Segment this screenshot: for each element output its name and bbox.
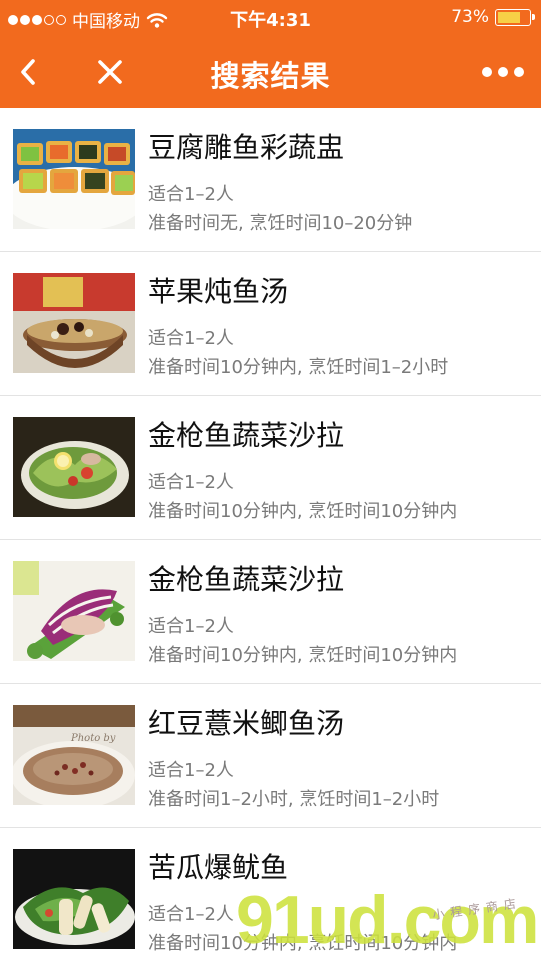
recipe-name: 金枪鱼蔬菜沙拉 [148, 419, 345, 452]
recipe-thumbnail [13, 129, 135, 229]
status-bar: 中国移动 下午4:31 73% [0, 0, 541, 36]
result-item[interactable]: Photo by 红豆薏米鲫鱼汤 适合1–2人 准备时间1–2小时, 烹饪时间1… [0, 684, 541, 828]
battery-icon [495, 8, 535, 26]
recipe-servings: 适合1–2人 [148, 904, 234, 925]
recipe-servings: 适合1–2人 [148, 184, 234, 205]
result-item[interactable]: 金枪鱼蔬菜沙拉 适合1–2人 准备时间10分钟内, 烹饪时间10分钟内 [0, 396, 541, 540]
more-button[interactable] [473, 50, 533, 94]
battery-percent: 73% [451, 7, 489, 27]
svg-text:Photo by: Photo by [70, 733, 116, 744]
recipe-servings: 适合1–2人 [148, 328, 234, 349]
recipe-thumbnail: Photo by [13, 705, 135, 805]
recipe-time: 准备时间10分钟内, 烹饪时间1–2小时 [148, 357, 449, 378]
result-item[interactable]: 金枪鱼蔬菜沙拉 适合1–2人 准备时间10分钟内, 烹饪时间10分钟内 [0, 540, 541, 684]
recipe-name: 红豆薏米鲫鱼汤 [148, 707, 345, 740]
recipe-servings: 适合1–2人 [148, 760, 234, 781]
recipe-servings: 适合1–2人 [148, 472, 234, 493]
result-item[interactable]: 苹果炖鱼汤 适合1–2人 准备时间10分钟内, 烹饪时间1–2小时 [0, 252, 541, 396]
page-title: 搜索结果 [210, 59, 331, 93]
recipe-thumbnail [13, 417, 135, 517]
result-item[interactable]: 豆腐雕鱼彩蔬盅 适合1–2人 准备时间无, 烹饪时间10–20分钟 [0, 108, 541, 252]
recipe-time: 准备时间10分钟内, 烹饪时间10分钟内 [148, 933, 458, 954]
recipe-thumbnail [13, 273, 135, 373]
recipe-thumbnail [13, 849, 135, 949]
recipe-name: 豆腐雕鱼彩蔬盅 [148, 131, 345, 164]
result-item[interactable]: 苦瓜爆鱿鱼 适合1–2人 准备时间10分钟内, 烹饪时间10分钟内 [0, 828, 541, 960]
nav-bar: 搜索结果 [0, 36, 541, 108]
battery-level [498, 11, 520, 23]
result-list: 豆腐雕鱼彩蔬盅 适合1–2人 准备时间无, 烹饪时间10–20分钟 苹果炖鱼汤 … [0, 108, 541, 960]
recipe-name: 苹果炖鱼汤 [148, 275, 289, 308]
recipe-name: 金枪鱼蔬菜沙拉 [148, 563, 345, 596]
recipe-thumbnail [13, 561, 135, 661]
recipe-time: 准备时间10分钟内, 烹饪时间10分钟内 [148, 645, 458, 666]
recipe-time: 准备时间1–2小时, 烹饪时间1–2小时 [148, 789, 440, 810]
recipe-servings: 适合1–2人 [148, 616, 234, 637]
more-dots-icon [482, 67, 524, 77]
status-right: 73% [451, 7, 535, 27]
recipe-name: 苦瓜爆鱿鱼 [148, 851, 289, 884]
recipe-time: 准备时间10分钟内, 烹饪时间10分钟内 [148, 501, 458, 522]
recipe-time: 准备时间无, 烹饪时间10–20分钟 [148, 213, 413, 234]
header: 中国移动 下午4:31 73% 搜索结果 [0, 0, 541, 108]
